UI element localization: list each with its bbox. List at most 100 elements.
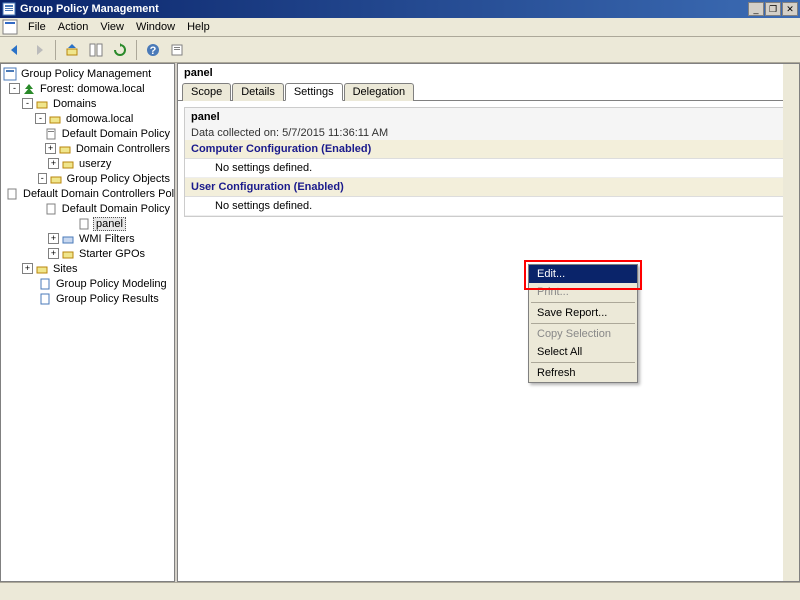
tree: Group Policy Management - Forest: domowa… [1, 64, 174, 308]
help-button[interactable]: ? [142, 39, 164, 61]
ctx-edit[interactable]: Edit... [529, 265, 637, 283]
tree-gpo-item[interactable]: Default Domain Policy [3, 201, 172, 216]
tab-row: Scope Details Settings Delegation [178, 82, 799, 101]
collapse-icon[interactable]: - [35, 113, 46, 124]
tree-results[interactable]: Group Policy Results [3, 291, 172, 306]
tree-forest[interactable]: - Forest: domowa.local [3, 81, 172, 96]
tree-gpo-item-selected[interactable]: panel [3, 216, 172, 231]
close-button[interactable]: ✕ [782, 2, 798, 16]
filter-icon [61, 232, 75, 246]
detail-body[interactable]: panel Data collected on: 5/7/2015 11:36:… [178, 101, 799, 581]
context-menu: Edit... Print... Save Report... Copy Sel… [528, 264, 638, 383]
policy-icon [5, 187, 19, 201]
restore-button[interactable]: ❐ [765, 2, 781, 16]
gpm-icon [3, 67, 17, 81]
titlebar-text: Group Policy Management [20, 3, 748, 15]
ctx-copy: Copy Selection [529, 325, 637, 343]
results-icon [38, 292, 52, 306]
menu-help[interactable]: Help [181, 19, 216, 35]
minimize-button[interactable]: _ [748, 2, 764, 16]
tab-settings[interactable]: Settings [285, 83, 343, 101]
export-button[interactable] [166, 39, 188, 61]
sites-icon [35, 262, 49, 276]
tree-modeling[interactable]: Group Policy Modeling [3, 276, 172, 291]
app-icon [2, 2, 16, 16]
domains-icon [35, 97, 49, 111]
toolbar: ? [0, 37, 800, 63]
menu-file[interactable]: File [22, 19, 52, 35]
detail-pane: panel Scope Details Settings Delegation … [177, 63, 800, 582]
tree-item[interactable]: + userzy [3, 156, 172, 171]
forward-button[interactable] [28, 39, 50, 61]
tree-label: Domains [51, 98, 98, 110]
tree-label: Default Domain Policy [60, 128, 172, 140]
policy-icon [44, 127, 58, 141]
tree-label: panel [93, 217, 126, 231]
collapse-icon[interactable]: - [9, 83, 20, 94]
vertical-scrollbar[interactable] [783, 64, 799, 581]
expand-icon[interactable]: + [48, 158, 59, 169]
ctx-print: Print... [529, 283, 637, 301]
ctx-save-report[interactable]: Save Report... [529, 304, 637, 322]
tree-item[interactable]: Default Domain Policy [3, 126, 172, 141]
no-settings-row: No settings defined. [185, 197, 792, 216]
menu-view[interactable]: View [94, 19, 130, 35]
menu-window[interactable]: Window [130, 19, 181, 35]
statusbar [0, 582, 800, 600]
tree-label: Forest: domowa.local [38, 83, 147, 95]
folder-icon [61, 247, 75, 261]
expand-icon[interactable]: + [45, 143, 55, 154]
tree-gpo-item[interactable]: Default Domain Controllers Polic [3, 186, 172, 201]
ou-icon [61, 157, 75, 171]
tab-scope[interactable]: Scope [182, 83, 231, 101]
computer-config-header[interactable]: Computer Configuration (Enabled) [185, 140, 792, 159]
collapse-icon[interactable]: - [22, 98, 33, 109]
ctx-separator [531, 362, 635, 363]
toolbar-separator [55, 40, 56, 60]
tree-label: Sites [51, 263, 79, 275]
menu-icon [2, 19, 18, 35]
tree-wmi[interactable]: + WMI Filters [3, 231, 172, 246]
tree-label: WMI Filters [77, 233, 137, 245]
tree-gpo-folder[interactable]: - Group Policy Objects [3, 171, 172, 186]
domain-icon [48, 112, 62, 126]
user-config-header[interactable]: User Configuration (Enabled) [185, 178, 792, 197]
section-subtitle: Data collected on: 5/7/2015 11:36:11 AM [185, 126, 792, 140]
content-area: Group Policy Management - Forest: domowa… [0, 63, 800, 582]
expand-icon[interactable]: + [48, 233, 59, 244]
ou-icon [58, 142, 72, 156]
tree-label: Group Policy Results [54, 293, 161, 305]
tree-pane[interactable]: Group Policy Management - Forest: domowa… [0, 63, 175, 582]
tree-label: Group Policy Management [19, 68, 153, 80]
tree-item[interactable]: + Domain Controllers [3, 141, 172, 156]
back-button[interactable] [4, 39, 26, 61]
show-hide-button[interactable] [85, 39, 107, 61]
tab-delegation[interactable]: Delegation [344, 83, 415, 101]
policy-icon [77, 217, 91, 231]
forest-icon [22, 82, 36, 96]
ctx-separator [531, 302, 635, 303]
window-buttons: _ ❐ ✕ [748, 2, 798, 16]
ctx-refresh[interactable]: Refresh [529, 364, 637, 382]
menu-action[interactable]: Action [52, 19, 95, 35]
tree-label: Group Policy Objects [65, 173, 172, 185]
tree-label: Domain Controllers [74, 143, 172, 155]
menubar: File Action View Window Help [0, 18, 800, 37]
section-title: panel [185, 108, 792, 126]
expand-icon[interactable]: + [22, 263, 33, 274]
tree-sites[interactable]: + Sites [3, 261, 172, 276]
tree-root[interactable]: Group Policy Management [3, 66, 172, 81]
modeling-icon [38, 277, 52, 291]
up-button[interactable] [61, 39, 83, 61]
tree-domain[interactable]: - domowa.local [3, 111, 172, 126]
refresh-button[interactable] [109, 39, 131, 61]
tree-label: Default Domain Controllers Polic [21, 188, 175, 200]
collapse-icon[interactable]: - [38, 173, 47, 184]
tree-label: Group Policy Modeling [54, 278, 169, 290]
tree-starter[interactable]: + Starter GPOs [3, 246, 172, 261]
ctx-select-all[interactable]: Select All [529, 343, 637, 361]
tree-domains[interactable]: - Domains [3, 96, 172, 111]
tab-details[interactable]: Details [232, 83, 284, 101]
expand-icon[interactable]: + [48, 248, 59, 259]
tree-label: Default Domain Policy [60, 203, 172, 215]
